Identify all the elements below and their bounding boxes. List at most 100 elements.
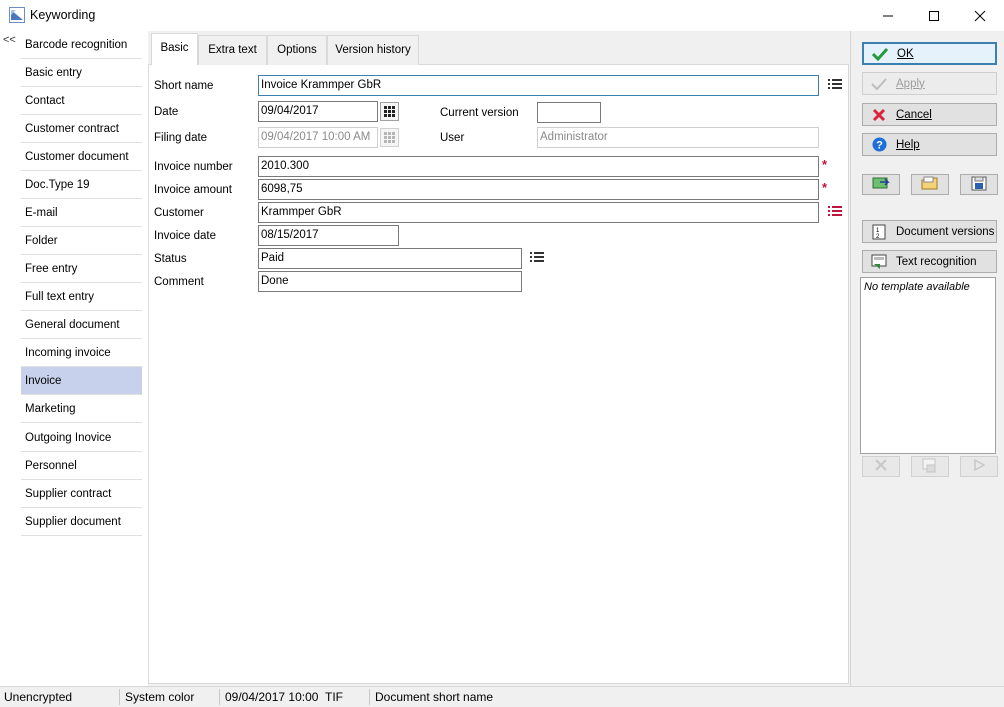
status-encryption: Unencrypted [4, 690, 73, 704]
ocr-icon [871, 254, 887, 270]
tab-basic[interactable]: Basic [151, 33, 198, 65]
status-color: System color [125, 690, 195, 704]
invoice-date-input[interactable]: 08/15/2017 [258, 225, 399, 246]
template-empty-text: No template available [864, 281, 970, 293]
status-short-name: Document short name [375, 690, 494, 704]
invoice-date-label: Invoice date [154, 230, 217, 242]
x-icon [875, 459, 887, 474]
required-marker: * [822, 180, 828, 195]
close-icon[interactable] [957, 0, 1003, 31]
customer-input[interactable]: Krammper GbR [258, 202, 819, 223]
comment-label: Comment [154, 276, 204, 288]
text-recognition-button[interactable]: Text recognition [862, 250, 997, 273]
doctype-item[interactable]: Basic entry [21, 59, 142, 87]
document-versions-label: Document versions [896, 225, 995, 238]
tab-extra-text[interactable]: Extra text [198, 35, 267, 65]
status-bar: Unencrypted System color 09/04/2017 10:0… [0, 686, 1004, 707]
status-separator [119, 689, 120, 705]
required-marker: * [822, 157, 828, 172]
folder-icon [921, 176, 939, 194]
help-label: Help [896, 138, 920, 151]
help-button[interactable]: ? Help [862, 133, 997, 156]
comment-input[interactable]: Done [258, 271, 522, 292]
open-folder-button[interactable] [911, 174, 949, 195]
save-icon [971, 176, 987, 194]
list-icon[interactable] [530, 251, 544, 263]
doctype-item[interactable]: Free entry [21, 255, 142, 283]
tab-version-history[interactable]: Version history [327, 35, 419, 65]
ok-button[interactable]: OK [862, 42, 997, 65]
calendar-icon[interactable] [380, 102, 399, 121]
ocr-template-button [911, 456, 949, 477]
current-version-label: Current version [440, 107, 519, 119]
apply-label: Apply [896, 77, 925, 90]
doctype-item[interactable]: Supplier contract [21, 480, 142, 508]
current-version-input[interactable] [537, 102, 601, 123]
doctype-item[interactable]: Personnel [21, 452, 142, 480]
play-icon [973, 458, 986, 474]
filing-date-label: Filing date [154, 132, 208, 144]
checkmark-icon [872, 46, 888, 62]
customer-label: Customer [154, 207, 204, 219]
ok-label: OK [897, 47, 914, 60]
doctype-item[interactable]: Doc.Type 19 [21, 171, 142, 199]
doctype-item[interactable]: Folder [21, 227, 142, 255]
tab-options[interactable]: Options [267, 35, 327, 65]
doctype-item[interactable]: Marketing [21, 395, 142, 423]
user-input: Administrator [537, 127, 819, 148]
scan-import-button[interactable] [862, 174, 900, 195]
svg-text:?: ? [876, 140, 883, 152]
status-date: 09/04/2017 10:00 AM [225, 690, 320, 704]
save-button[interactable] [960, 174, 998, 195]
doctype-item[interactable]: Incoming invoice [21, 339, 142, 367]
doctype-item[interactable]: Outgoing Inovice [21, 424, 142, 452]
doctype-item[interactable]: Barcode recognition [21, 31, 142, 59]
short-name-input[interactable]: Invoice Krammper GbR [258, 75, 819, 96]
status-file-type: TIF [325, 690, 343, 704]
doctype-item[interactable]: Customer contract [21, 115, 142, 143]
app-icon [9, 7, 25, 23]
user-label: User [440, 132, 465, 144]
cancel-button[interactable]: Cancel [862, 103, 997, 126]
import-icon [872, 176, 890, 194]
doctype-item[interactable]: Supplier document [21, 508, 142, 536]
x-icon [871, 107, 887, 123]
delete-template-button [862, 456, 900, 477]
run-template-button [960, 456, 998, 477]
invoice-amount-label: Invoice amount [154, 184, 232, 196]
minimize-icon[interactable] [865, 0, 911, 31]
doctype-item[interactable]: Customer document [21, 143, 142, 171]
cancel-label: Cancel [896, 108, 932, 121]
invoice-number-label: Invoice number [154, 161, 233, 173]
status-label: Status [154, 253, 187, 265]
text-recognition-label: Text recognition [896, 255, 977, 268]
window-title: Keywording [30, 8, 96, 22]
list-icon[interactable] [828, 205, 842, 217]
document-versions-button[interactable]: 12 Document versions [862, 220, 997, 243]
status-input[interactable]: Paid [258, 248, 522, 269]
checkmark-icon [871, 76, 887, 92]
date-label: Date [154, 106, 179, 118]
status-separator [219, 689, 220, 705]
apply-button[interactable]: Apply [862, 72, 997, 95]
ocr-icon [922, 458, 938, 476]
calendar-icon [380, 128, 399, 147]
doctype-item[interactable]: Full text entry [21, 283, 142, 311]
help-icon: ? [871, 137, 887, 153]
versions-icon: 12 [871, 224, 887, 240]
doctype-item[interactable]: E-mail [21, 199, 142, 227]
doctype-item[interactable]: Contact [21, 87, 142, 115]
filing-date-input: 09/04/2017 10:00 AM [258, 127, 378, 148]
short-name-label: Short name [154, 80, 214, 92]
doctype-item[interactable]: General document [21, 311, 142, 339]
template-list[interactable]: No template available [860, 277, 996, 454]
date-input[interactable]: 09/04/2017 [258, 101, 378, 122]
status-separator [369, 689, 370, 705]
doctype-item-selected[interactable]: Invoice [21, 367, 142, 395]
maximize-icon[interactable] [911, 0, 957, 31]
invoice-number-input[interactable]: 2010.300 [258, 156, 819, 177]
list-icon[interactable] [828, 78, 842, 90]
invoice-amount-input[interactable]: 6098,75 [258, 179, 819, 200]
title-bar [0, 0, 1004, 31]
collapse-panel-button[interactable]: << [3, 34, 21, 50]
